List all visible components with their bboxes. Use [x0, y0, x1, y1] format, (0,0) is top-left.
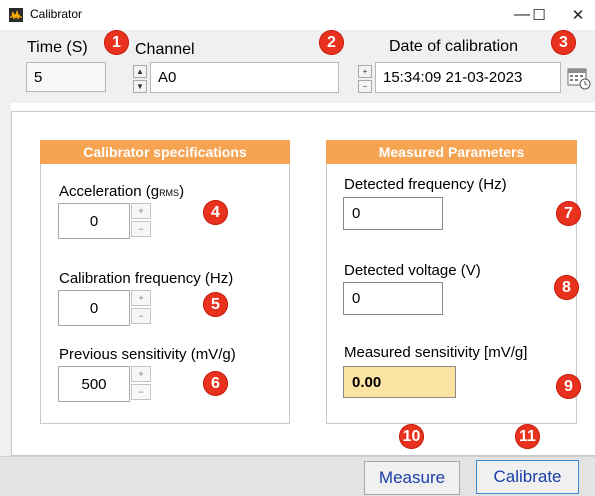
detected-voltage-label: Detected voltage (V) [344, 262, 481, 279]
time-label: Time (S) [27, 39, 88, 56]
channel-spinner: ▲ ▼ [133, 65, 147, 93]
frequency-increment-button[interactable]: + [131, 290, 151, 306]
acceleration-increment-button[interactable]: + [131, 203, 151, 219]
app-icon [9, 8, 23, 22]
previous-sensitivity-label: Previous sensitivity (mV/g) [59, 346, 236, 363]
badge-9: 9 [556, 374, 581, 399]
title-bar: Calibrator — ☐ ✕ [0, 0, 595, 30]
left-strip [0, 103, 11, 456]
badge-11: 11 [515, 424, 540, 449]
acceleration-spinner: + − [131, 203, 151, 237]
measure-button[interactable]: Measure [364, 461, 460, 495]
sensitivity-increment-button[interactable]: + [131, 366, 151, 382]
measured-parameters-title: Measured Parameters [326, 140, 577, 164]
date-label: Date of calibration [389, 38, 518, 55]
acceleration-label-text: Acceleration (g [59, 183, 160, 200]
acceleration-label: Acceleration (gRMS) [59, 183, 184, 200]
previous-sensitivity-input[interactable]: 500 [58, 366, 130, 402]
badge-4: 4 [203, 200, 228, 225]
badge-2: 2 [319, 30, 344, 55]
sensitivity-decrement-button[interactable]: − [131, 384, 151, 400]
date-field[interactable]: 15:34:09 21-03-2023 [375, 62, 561, 93]
calibration-frequency-spinner: + − [131, 290, 151, 324]
channel-up-button[interactable]: ▲ [133, 65, 147, 78]
badge-7: 7 [556, 201, 581, 226]
measured-sensitivity-label: Measured sensitivity [mV/g] [344, 344, 528, 361]
previous-sensitivity-spinner: + − [131, 366, 151, 400]
detected-frequency-label: Detected frequency (Hz) [344, 176, 507, 193]
badge-1: 1 [104, 30, 129, 55]
window-title: Calibrator [30, 7, 83, 21]
acceleration-label-close: ) [179, 183, 185, 200]
calibrate-button[interactable]: Calibrate [476, 460, 579, 494]
date-down-button[interactable]: − [358, 80, 372, 93]
time-field[interactable]: 5 [26, 62, 106, 92]
channel-down-button[interactable]: ▼ [133, 80, 147, 93]
detected-frequency-field: 0 [343, 197, 443, 230]
badge-10: 10 [399, 424, 424, 449]
badge-6: 6 [203, 371, 228, 396]
badge-5: 5 [203, 292, 228, 317]
badge-8: 8 [554, 275, 579, 300]
acceleration-label-sub: RMS [159, 188, 180, 198]
calibration-frequency-input[interactable]: 0 [58, 290, 130, 326]
calendar-button[interactable] [566, 64, 592, 92]
channel-field[interactable]: A0 [150, 62, 339, 93]
acceleration-decrement-button[interactable]: − [131, 221, 151, 237]
close-button[interactable]: ✕ [555, 0, 595, 30]
calibrator-specs-title: Calibrator specifications [40, 140, 290, 164]
detected-voltage-field: 0 [343, 282, 443, 315]
channel-label: Channel [135, 41, 195, 58]
acceleration-input[interactable]: 0 [58, 203, 130, 239]
badge-3: 3 [551, 30, 576, 55]
date-up-button[interactable]: + [358, 65, 372, 78]
date-spinner: + − [358, 65, 372, 93]
calibration-frequency-label: Calibration frequency (Hz) [59, 270, 234, 287]
calendar-icon [567, 68, 591, 90]
frequency-decrement-button[interactable]: − [131, 308, 151, 324]
measured-sensitivity-field: 0.00 [343, 366, 456, 398]
